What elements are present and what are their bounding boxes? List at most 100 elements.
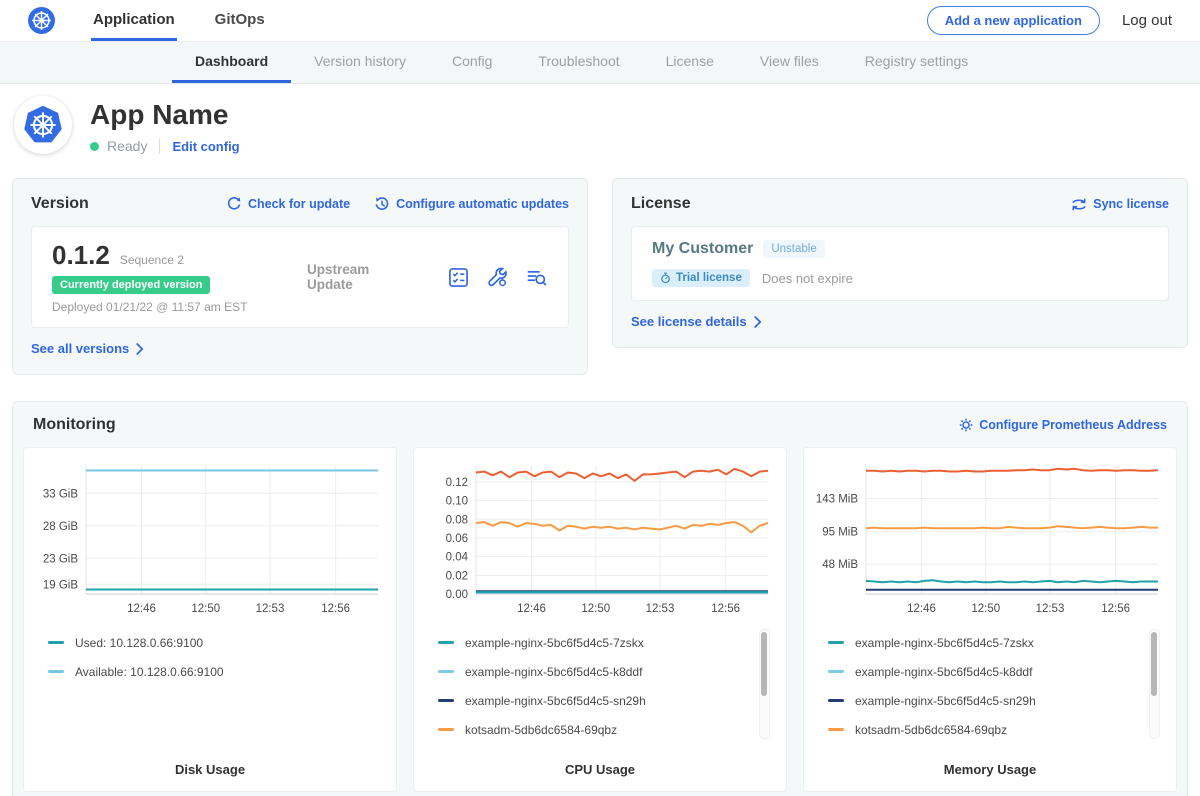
deployed-badge: Currently deployed version — [52, 276, 210, 294]
legend-swatch — [828, 699, 844, 702]
customer-name: My Customer — [652, 240, 753, 258]
legend-item: Used: 10.128.0.66:9100 — [48, 628, 384, 657]
clock-refresh-icon — [374, 196, 390, 212]
legend-label: example-nginx-5bc6f5d4c5-7zskx — [855, 636, 1034, 650]
tab-view-files[interactable]: View files — [737, 42, 842, 83]
app-status-row: Ready Edit config — [90, 138, 240, 154]
cards-row: Version Check for update Configure autom… — [0, 178, 1200, 375]
svg-text:12:53: 12:53 — [1036, 603, 1065, 615]
legend-item: example-nginx-5bc6f5d4c5-k8ddf — [438, 657, 774, 686]
version-action-icons — [447, 266, 548, 289]
top-nav-tabs: Application GitOps — [91, 0, 303, 41]
license-card: License Sync license My Customer Unstabl… — [612, 178, 1188, 348]
deployed-timestamp: Deployed 01/21/22 @ 11:57 am EST — [52, 300, 307, 314]
refresh-icon — [226, 196, 242, 212]
version-card-title: Version — [31, 195, 89, 213]
configure-automatic-updates-link[interactable]: Configure automatic updates — [374, 196, 569, 212]
svg-text:12:46: 12:46 — [517, 603, 546, 615]
charts-row: 12:4612:5012:5312:5619 GiB23 GiB28 GiB33… — [23, 447, 1177, 792]
tab-gitops[interactable]: GitOps — [213, 0, 267, 41]
legend-item: example-nginx-5bc6f5d4c5-7zskx — [828, 628, 1164, 657]
legend-scrollbar[interactable] — [1149, 629, 1160, 739]
disk-usage-legend: Used: 10.128.0.66:9100 Available: 10.128.… — [48, 628, 384, 746]
sub-nav: Dashboard Version history Config Trouble… — [0, 41, 1200, 84]
tab-license[interactable]: License — [643, 42, 737, 83]
app-header-text: App Name Ready Edit config — [90, 96, 240, 154]
svg-text:95 MiB: 95 MiB — [822, 527, 858, 539]
sync-license-label: Sync license — [1093, 197, 1169, 211]
svg-text:143 MiB: 143 MiB — [816, 494, 859, 506]
status-dot — [90, 142, 99, 151]
tab-application[interactable]: Application — [91, 0, 177, 41]
tab-troubleshoot[interactable]: Troubleshoot — [515, 42, 642, 83]
license-panel: My Customer Unstable Trial license Does … — [631, 226, 1169, 301]
add-application-button[interactable]: Add a new application — [927, 6, 1100, 35]
legend-scrollbar-thumb[interactable] — [1151, 632, 1157, 696]
legend-label: example-nginx-5bc6f5d4c5-sn29h — [855, 694, 1036, 708]
version-number: 0.1.2 — [52, 240, 110, 271]
tab-config[interactable]: Config — [429, 42, 515, 83]
legend-swatch — [828, 728, 844, 731]
legend-label: example-nginx-5bc6f5d4c5-k8ddf — [465, 665, 642, 679]
svg-text:12:56: 12:56 — [711, 603, 740, 615]
tab-version-history[interactable]: Version history — [291, 42, 429, 83]
legend-label: example-nginx-5bc6f5d4c5-7zskx — [465, 636, 644, 650]
svg-text:12:56: 12:56 — [321, 603, 350, 615]
legend-scrollbar[interactable] — [759, 629, 770, 739]
svg-text:0.08: 0.08 — [446, 514, 468, 526]
monitoring-section: Monitoring Configure Prometheus Address … — [12, 401, 1188, 796]
preflight-checks-icon[interactable] — [447, 266, 470, 289]
legend-swatch — [828, 641, 844, 644]
deploy-logs-icon[interactable] — [525, 266, 548, 289]
cpu-usage-chart: 12:4612:5012:5312:560.000.020.040.060.08… — [424, 460, 776, 618]
see-all-versions-label: See all versions — [31, 341, 129, 356]
top-nav: Application GitOps Add a new application… — [0, 0, 1200, 41]
legend-item: Available: 10.128.0.66:9100 — [48, 657, 384, 686]
svg-text:33 GiB: 33 GiB — [43, 488, 78, 500]
tab-dashboard[interactable]: Dashboard — [172, 42, 291, 83]
version-sequence: Sequence 2 — [120, 253, 184, 267]
check-for-update-link[interactable]: Check for update — [226, 196, 350, 212]
current-version-panel: 0.1.2 Sequence 2 Currently deployed vers… — [31, 226, 569, 328]
see-license-details-link[interactable]: See license details — [631, 314, 762, 329]
svg-text:12:46: 12:46 — [907, 603, 936, 615]
legend-scrollbar-thumb[interactable] — [761, 632, 767, 696]
legend-swatch — [438, 699, 454, 702]
legend-label: example-nginx-5bc6f5d4c5-sn29h — [465, 694, 646, 708]
chart-title: Memory Usage — [814, 762, 1166, 777]
see-license-details-label: See license details — [631, 314, 747, 329]
legend-swatch — [438, 728, 454, 731]
legend-swatch — [828, 670, 844, 673]
legend-swatch — [48, 641, 64, 644]
sync-license-link[interactable]: Sync license — [1071, 197, 1169, 211]
edit-config-link[interactable]: Edit config — [172, 139, 239, 154]
chart-title: Disk Usage — [34, 762, 386, 777]
svg-text:48 MiB: 48 MiB — [822, 559, 858, 571]
legend-item: example-nginx-5bc6f5d4c5-k8ddf — [828, 657, 1164, 686]
kubernetes-logo-icon — [28, 7, 55, 34]
swap-arrows-icon — [1071, 198, 1087, 211]
logout-link[interactable]: Log out — [1122, 12, 1172, 29]
channel-badge: Unstable — [763, 240, 824, 258]
memory-usage-legend: example-nginx-5bc6f5d4c5-7zskx example-ng… — [828, 628, 1164, 746]
legend-swatch — [438, 641, 454, 644]
svg-text:12:50: 12:50 — [191, 603, 220, 615]
svg-text:28 GiB: 28 GiB — [43, 521, 78, 533]
svg-text:12:50: 12:50 — [581, 603, 610, 615]
see-all-versions-link[interactable]: See all versions — [31, 341, 144, 356]
svg-text:0.12: 0.12 — [446, 477, 468, 489]
gear-icon — [959, 418, 973, 432]
tab-registry-settings[interactable]: Registry settings — [842, 42, 991, 83]
legend-swatch — [438, 670, 454, 673]
license-expiry: Does not expire — [762, 271, 853, 286]
configure-prometheus-link[interactable]: Configure Prometheus Address — [959, 418, 1167, 432]
license-type-badge: Trial license — [652, 269, 750, 287]
tab-application-label: Application — [93, 11, 175, 28]
top-nav-right: Add a new application Log out — [927, 0, 1172, 41]
legend-item: example-nginx-5bc6f5d4c5-sn29h — [828, 686, 1164, 715]
config-wrench-gear-icon[interactable] — [486, 266, 509, 289]
app-icon — [14, 96, 72, 154]
license-card-title: License — [631, 195, 691, 213]
legend-label: Used: 10.128.0.66:9100 — [75, 636, 203, 650]
page-title: App Name — [90, 99, 240, 131]
